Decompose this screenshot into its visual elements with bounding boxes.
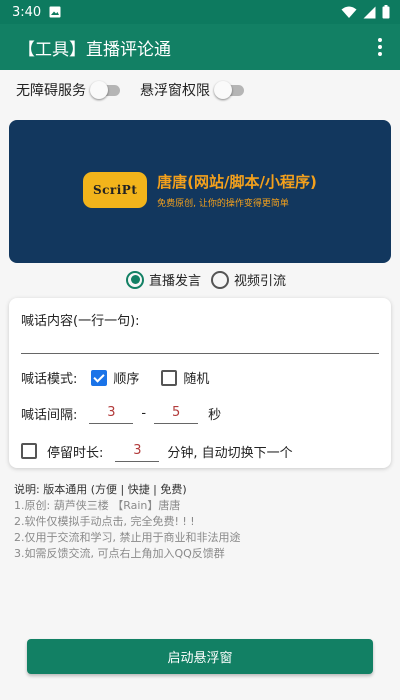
accessibility-label: 无障碍服务 [16, 83, 86, 99]
stay-duration-suffix: 分钟, 自动切换下一个 [167, 445, 293, 461]
app-bar: 【工具】直播评论通 [0, 24, 400, 70]
sequential-checkbox[interactable] [91, 369, 108, 386]
random-label: 随机 [183, 372, 210, 387]
note-line: 3.如需反馈交流, 可点右上角加入QQ反馈群 [14, 547, 225, 560]
radio-video-traffic-label: 视频引流 [234, 274, 287, 289]
stay-duration-checkbox[interactable] [21, 443, 37, 459]
random-checkbox[interactable] [161, 369, 178, 386]
sequential-label: 顺序 [113, 372, 140, 387]
radio-video-traffic[interactable]: 视频引流 [211, 270, 286, 289]
mode-radio-group: 直播发言 视频引流 [126, 270, 296, 289]
stay-duration-input[interactable] [115, 440, 160, 462]
shout-content-input[interactable] [21, 330, 379, 354]
shout-content-label: 喊话内容(一行一句): [21, 314, 140, 329]
shout-mode-label: 喊话模式: [21, 372, 78, 387]
shout-interval-label: 喊话间隔: [21, 407, 78, 423]
radio-live-speech[interactable]: 直播发言 [126, 270, 201, 289]
radio-selected-icon[interactable] [126, 270, 144, 289]
signal-icon [363, 6, 376, 18]
script-logo: ScriPt [83, 171, 148, 208]
note-line: 2.软件仅模拟手动点击, 完全免费! ! ! [14, 515, 195, 528]
interval-separator: - [141, 405, 147, 421]
shout-interval-row: 喊话间隔: - 秒 [21, 402, 221, 424]
accessibility-switch[interactable] [90, 81, 120, 99]
stay-duration-label: 停留时长: [47, 445, 104, 461]
notes-section: 说明: 版本通用 (方便 | 快捷 | 免费) 1.原创: 葫芦侠三楼 【Rai… [14, 482, 241, 562]
note-line: 1.原创: 葫芦侠三楼 【Rain】唐唐 [14, 499, 181, 512]
interval-min-input[interactable] [89, 402, 134, 424]
notes-header: 说明: 版本通用 (方便 | 快捷 | 免费) [14, 483, 187, 496]
battery-icon [382, 5, 390, 19]
note-line: 2.仅用于交流和学习, 禁止用于商业和非法用途 [14, 531, 241, 544]
overlay-permission-label: 悬浮窗权限 [140, 83, 210, 99]
accessibility-toggle-group: 无障碍服务 [16, 80, 120, 100]
status-bar: 3:40 [0, 0, 400, 24]
more-vert-icon[interactable] [374, 32, 386, 62]
shout-mode-row: 喊话模式: 顺序 随机 [21, 368, 209, 387]
wifi-icon [341, 6, 357, 18]
app-title: 【工具】直播评论通 [18, 39, 171, 60]
overlay-toggle-group: 悬浮窗权限 [140, 80, 244, 100]
radio-live-speech-label: 直播发言 [149, 274, 202, 289]
interval-max-input[interactable] [154, 402, 199, 424]
stay-duration-row: 停留时长: 分钟, 自动切换下一个 [21, 440, 293, 462]
start-floating-window-button[interactable]: 启动悬浮窗 [27, 639, 373, 674]
banner-title: 唐唐(网站/脚本/小程序) [157, 172, 317, 191]
image-icon [49, 6, 61, 18]
settings-card: 喊话内容(一行一句): 喊话模式: 顺序 随机 喊话间隔: - 秒 停留时长: … [9, 298, 391, 468]
promo-banner: ScriPt 唐唐(网站/脚本/小程序) 免费原创, 让你的操作变得更简单 [9, 120, 391, 263]
banner-subtitle: 免费原创, 让你的操作变得更简单 [157, 198, 289, 209]
overlay-permission-switch[interactable] [214, 81, 244, 99]
status-time: 3:40 [12, 4, 42, 20]
radio-unselected-icon[interactable] [211, 270, 230, 289]
permission-toggles: 无障碍服务 悬浮窗权限 [16, 80, 264, 100]
interval-unit: 秒 [208, 407, 222, 423]
